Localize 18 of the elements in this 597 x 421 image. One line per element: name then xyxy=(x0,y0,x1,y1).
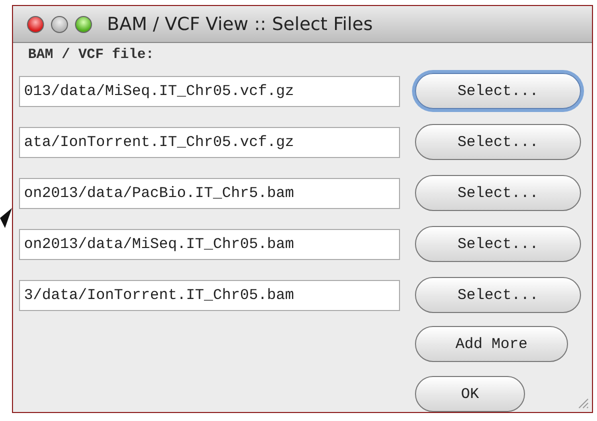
minimize-button[interactable] xyxy=(51,16,68,32)
select-button[interactable]: Select... xyxy=(415,124,581,160)
file-path-field[interactable]: 3/data/IonTorrent.IT_Chr05.bam xyxy=(19,280,400,310)
ok-button[interactable]: OK xyxy=(415,376,525,412)
add-more-button[interactable]: Add More xyxy=(415,326,568,362)
window-title: BAM / VCF View :: Select Files xyxy=(107,14,373,34)
file-path-field[interactable]: on2013/data/PacBio.IT_Chr5.bam xyxy=(19,178,400,208)
close-button[interactable] xyxy=(27,16,44,32)
select-button[interactable]: Select... xyxy=(415,73,581,109)
select-button[interactable]: Select... xyxy=(415,226,581,262)
file-path-field[interactable]: ata/IonTorrent.IT_Chr05.vcf.gz xyxy=(19,126,400,158)
file-path-field[interactable]: 013/data/MiSeq.IT_Chr05.vcf.gz xyxy=(19,76,400,106)
select-button[interactable]: Select... xyxy=(415,175,581,211)
select-button[interactable]: Select... xyxy=(415,277,581,313)
resize-grip-icon[interactable] xyxy=(577,397,589,409)
field-label: BAM / VCF file: xyxy=(28,47,156,65)
file-path-field[interactable]: on2013/data/MiSeq.IT_Chr05.bam xyxy=(19,228,400,260)
zoom-button[interactable] xyxy=(75,16,92,32)
